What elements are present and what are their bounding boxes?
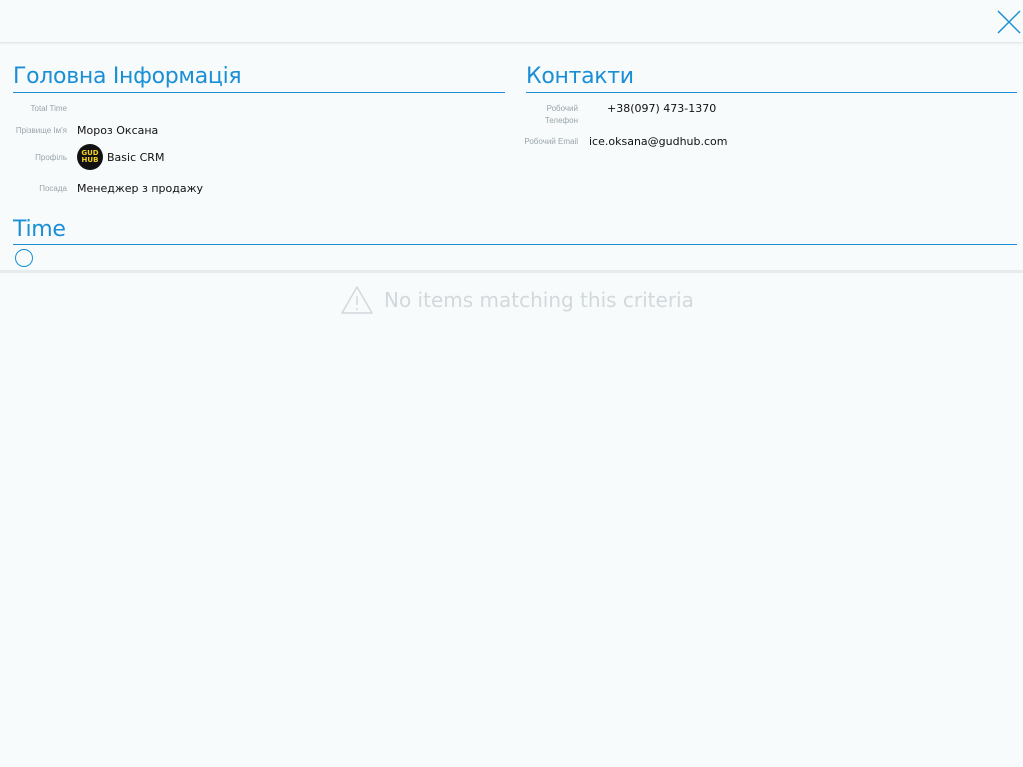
profile-avatar: GUD HUB xyxy=(77,144,103,170)
full-name-value: Мороз Оксана xyxy=(77,124,159,137)
warning-icon xyxy=(341,286,373,314)
time-title: Time xyxy=(13,217,66,242)
total-time-label: Total Time xyxy=(30,104,67,113)
top-bar xyxy=(0,0,1023,43)
work-email-label: Робочий Email xyxy=(524,137,578,146)
time-list-divider xyxy=(0,270,1023,273)
full-name-label: Прізвище Ім'я xyxy=(15,126,67,135)
position-value: Менеджер з продажу xyxy=(77,182,203,195)
close-icon xyxy=(997,10,1021,34)
main-info-divider xyxy=(13,92,505,93)
contacts-title: Контакти xyxy=(526,64,634,89)
work-phone-value[interactable]: +38(097) 473-1370 xyxy=(607,102,716,115)
add-time-circle-icon[interactable] xyxy=(15,249,33,267)
profile-value[interactable]: Basic CRM xyxy=(107,151,164,164)
empty-state-text: No items matching this criteria xyxy=(384,288,694,312)
profile-label: Профіль xyxy=(35,153,67,162)
time-divider xyxy=(13,244,1017,245)
close-button[interactable] xyxy=(997,10,1021,34)
empty-state: No items matching this criteria xyxy=(340,284,694,316)
contacts-divider xyxy=(526,92,1017,93)
main-info-title: Головна Інформація xyxy=(13,64,242,89)
position-label: Посада xyxy=(39,184,67,193)
work-phone-label: Робочий Телефон xyxy=(544,104,578,125)
work-email-value[interactable]: ice.oksana@gudhub.com xyxy=(589,135,728,148)
